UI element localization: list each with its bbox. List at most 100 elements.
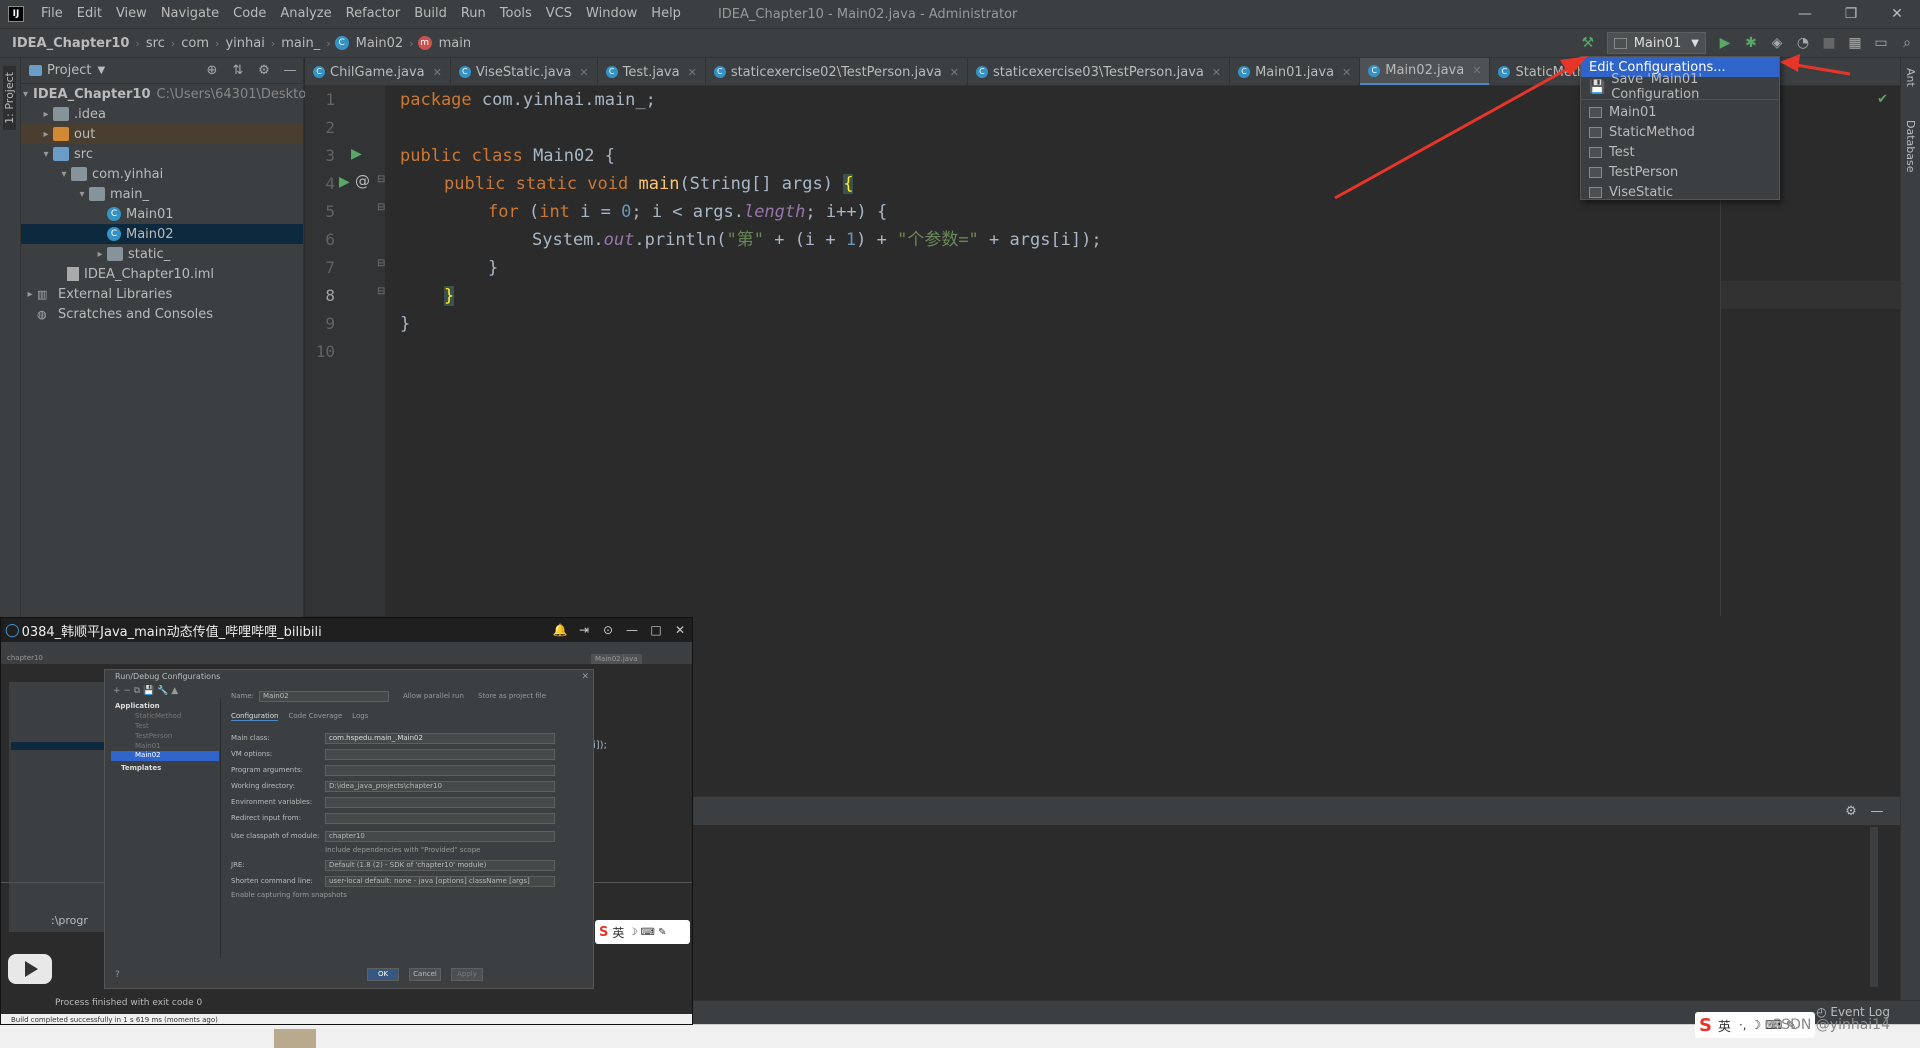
hide-panel-icon[interactable]: — (1864, 804, 1890, 819)
project-panel-title[interactable]: Project (47, 63, 91, 78)
tab-testperson-03[interactable]: Cstaticexercise03\TestPerson.java ✕ (968, 58, 1231, 85)
close-icon[interactable]: ✕ (581, 672, 589, 682)
tree-item-main02[interactable]: C Main02 (21, 224, 303, 244)
tree-staticmethod[interactable]: StaticMethod (135, 712, 181, 720)
menu-navigate[interactable]: Navigate (154, 0, 226, 28)
tab-main02[interactable]: C Main02.java ✕ (1360, 58, 1491, 85)
config-item-testperson[interactable]: TestPerson (1581, 162, 1779, 182)
search-icon[interactable]: ⌕ (1894, 30, 1920, 56)
menu-file[interactable]: File (34, 0, 70, 28)
tab-configuration[interactable]: Configuration (231, 712, 279, 721)
popout-icon[interactable]: ⇥ (572, 623, 596, 637)
include-provided-checkbox[interactable]: Include dependencies with "Provided" sco… (325, 846, 480, 854)
breadcrumb-yinhai[interactable]: yinhai (223, 36, 266, 51)
gear-icon[interactable]: ⚙ (251, 63, 277, 78)
build-hammer-icon[interactable]: ⚒ (1575, 30, 1601, 56)
module-classpath-select[interactable]: chapter10 (325, 830, 555, 842)
tree-item-project-root[interactable]: ▾ IDEA_Chapter10 C:\Users\64301\Deskto (21, 84, 306, 104)
restore-icon[interactable]: ❐ (1828, 0, 1874, 28)
jre-select[interactable]: Default (1.8 (2) - SDK of 'chapter10' mo… (325, 859, 555, 871)
settings-icon[interactable]: ⊙ (596, 623, 620, 637)
breadcrumb-project[interactable]: IDEA_Chapter10 (0, 36, 131, 51)
close-icon[interactable]: ✕ (668, 623, 692, 637)
run-configuration-selector[interactable]: Main01 ▼ (1606, 32, 1706, 54)
menu-view[interactable]: View (109, 0, 154, 28)
tree-item-out[interactable]: ▸ out (21, 124, 303, 144)
collapse-all-icon[interactable]: ⇅ (225, 63, 251, 78)
tree-item-static[interactable]: ▸ static_ (21, 244, 303, 264)
tab-code-coverage[interactable]: Code Coverage (288, 712, 342, 720)
video-player-window[interactable]: ◯ 0384_韩顺平Java_main动态传值_哔哩哔哩_bilibili 🔔 … (0, 617, 693, 1025)
run-icon[interactable]: ▶ (1712, 30, 1738, 56)
menu-tools[interactable]: Tools (493, 0, 539, 28)
breadcrumb-main02[interactable]: Main02 (354, 36, 406, 51)
gear-icon[interactable]: ⚙ (1838, 804, 1864, 819)
tree-templates[interactable]: Templates (121, 764, 161, 772)
tree-application[interactable]: Application (115, 702, 160, 710)
cancel-button[interactable]: Cancel (409, 968, 441, 981)
project-structure-icon[interactable]: ▦ (1842, 30, 1868, 56)
close-tab-icon[interactable]: ✕ (579, 66, 588, 79)
breadcrumb-main-package[interactable]: main_ (279, 36, 322, 51)
tree-item-src[interactable]: ▾ src (21, 144, 303, 164)
taskbar-thumbnail[interactable] (274, 1029, 316, 1048)
save-configuration-item[interactable]: 💾 Save 'Main01' Configuration (1581, 72, 1779, 102)
ant-tool-button[interactable]: Ant (1904, 68, 1917, 87)
expand-icon[interactable]: ▾ (57, 169, 71, 180)
tree-item-external-libraries[interactable]: ▸ ▥ External Libraries (21, 284, 303, 304)
profile-icon[interactable]: ◔ (1790, 30, 1816, 56)
annotation-gutter-icon[interactable]: @ (355, 172, 370, 190)
shorten-command-line-select[interactable]: user-local default: none - java [options… (325, 875, 555, 887)
hide-panel-icon[interactable]: — (277, 63, 303, 78)
breadcrumb-com[interactable]: com (179, 36, 211, 51)
chevron-down-icon[interactable]: ▼ (97, 65, 105, 76)
config-item-main01[interactable]: Main01 (1581, 102, 1779, 122)
tree-test[interactable]: Test (135, 722, 149, 730)
tab-testperson-02[interactable]: Cstaticexercise02\TestPerson.java ✕ (706, 58, 968, 85)
allow-parallel-checkbox[interactable]: Allow parallel run (403, 692, 464, 700)
breadcrumb-src[interactable]: src (144, 36, 167, 51)
config-item-visestatic[interactable]: ViseStatic (1581, 182, 1779, 202)
tree-item-idea[interactable]: ▸ .idea (21, 104, 303, 124)
close-tab-icon[interactable]: ✕ (1212, 66, 1221, 79)
run-class-gutter-icon[interactable]: ▶ (351, 146, 362, 162)
menu-run[interactable]: Run (454, 0, 493, 28)
close-tab-icon[interactable]: ✕ (1342, 66, 1351, 79)
collapse-icon[interactable]: ▸ (39, 109, 53, 120)
tree-item-com-yinhai[interactable]: ▾ com.yinhai (21, 164, 303, 184)
tab-test[interactable]: C Test.java ✕ (598, 58, 706, 85)
maximize-icon[interactable]: □ (644, 623, 668, 637)
close-tab-icon[interactable]: ✕ (688, 66, 697, 79)
store-project-checkbox[interactable]: Store as project file (478, 692, 546, 700)
collapse-icon[interactable]: ▸ (93, 249, 107, 260)
close-tab-icon[interactable]: ✕ (433, 66, 442, 79)
inspection-ok-icon[interactable]: ✔ (1877, 92, 1888, 107)
run-method-gutter-icon[interactable]: ▶ (339, 174, 350, 190)
menu-window[interactable]: Window (579, 0, 644, 28)
apply-button[interactable]: Apply (451, 968, 483, 981)
tab-logs[interactable]: Logs (352, 712, 368, 720)
main-class-field[interactable]: com.hspedu.main_.Main02 (325, 732, 555, 744)
expand-icon[interactable]: ▾ (39, 149, 53, 160)
environment-variables-field[interactable] (325, 796, 555, 808)
program-arguments-field[interactable] (325, 764, 555, 776)
working-directory-field[interactable]: D:\idea_java_projects\chapter10 (325, 780, 555, 792)
name-field[interactable]: Main02 (259, 690, 389, 702)
minimize-icon[interactable]: — (1782, 0, 1828, 28)
close-tab-icon[interactable]: ✕ (950, 66, 959, 79)
menu-code[interactable]: Code (226, 0, 273, 28)
minimize-icon[interactable]: — (620, 623, 644, 637)
redirect-input-field[interactable] (325, 812, 555, 824)
scrollbar[interactable] (1870, 827, 1878, 987)
enable-snapshots-checkbox[interactable]: Enable capturing form snapshots (231, 891, 347, 899)
close-icon[interactable]: ✕ (1874, 0, 1920, 28)
coverage-icon[interactable]: ◈ (1764, 30, 1790, 56)
debug-icon[interactable]: ✱ (1738, 30, 1764, 56)
ok-button[interactable]: OK (367, 968, 399, 981)
project-tool-button[interactable]: 1: Project (3, 66, 16, 130)
tree-main01[interactable]: Main01 (135, 742, 161, 750)
expand-icon[interactable]: ▾ (23, 89, 28, 100)
code-editor[interactable]: package com.yinhai.main_; public class M… (385, 86, 1888, 616)
config-item-test[interactable]: Test (1581, 142, 1779, 162)
tree-item-scratches[interactable]: ◍ Scratches and Consoles (21, 304, 303, 324)
